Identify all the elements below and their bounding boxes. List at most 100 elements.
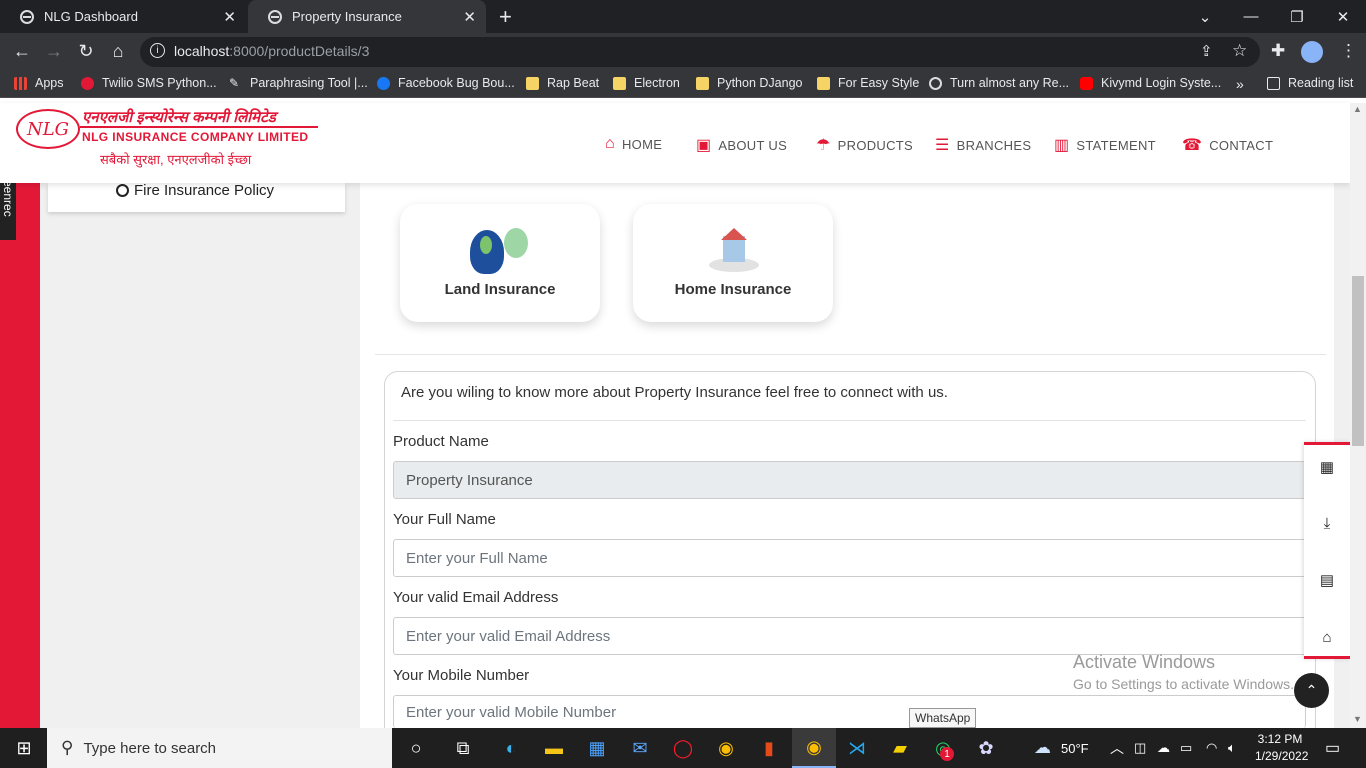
reading-list-label: Reading list <box>1288 76 1354 90</box>
taskbar-search[interactable]: ⚲ Type here to search <box>47 728 392 768</box>
notifications-icon[interactable]: ▭ <box>1325 728 1340 768</box>
home-insurance-card[interactable]: Home Insurance <box>633 204 833 322</box>
full-name-input[interactable]: Enter your Full Name <box>393 539 1306 577</box>
edge-icon[interactable]: ◐ <box>489 728 533 768</box>
wifi-icon[interactable]: ◠ <box>1206 728 1217 768</box>
bookmark-electron[interactable]: Electron <box>613 76 680 90</box>
scrollbar-thumb[interactable] <box>1352 276 1364 446</box>
bookmark-turn-almost[interactable]: Turn almost any Re... <box>929 76 1069 90</box>
chrome-icon[interactable]: ◉ <box>704 728 748 768</box>
close-tab-icon[interactable]: ✕ <box>463 8 476 26</box>
weather-temp: 50°F <box>1061 740 1089 756</box>
close-tab-icon[interactable]: ✕ <box>223 8 236 26</box>
bookmark-label: Twilio SMS Python... <box>102 76 217 90</box>
bookmark-paraphrasing[interactable]: ✎ Paraphrasing Tool |... <box>229 76 368 90</box>
pen-icon: ✎ <box>229 75 240 90</box>
close-window-button[interactable]: ✕ <box>1320 0 1366 33</box>
office-icon[interactable]: ▮ <box>747 728 791 768</box>
tray-chevron-icon[interactable]: ︿ <box>1110 728 1124 768</box>
scroll-down-icon[interactable]: ▼ <box>1353 714 1362 724</box>
clock-date: 1/29/2022 <box>1255 749 1309 763</box>
bookmark-kivymd[interactable]: Kivymd Login Syste... <box>1080 76 1221 90</box>
home-icon[interactable]: ⌂ <box>102 35 134 67</box>
section-divider <box>375 354 1326 355</box>
tab-nlg-dashboard[interactable]: NLG Dashboard ✕ <box>0 0 246 33</box>
download-icon[interactable]: ⤓ <box>1304 495 1350 551</box>
nav-products[interactable]: ☂ PRODUCTS <box>816 135 913 155</box>
reload-icon[interactable]: ↻ <box>70 35 102 67</box>
windows-start-icon[interactable]: ⊞ <box>2 728 46 768</box>
nav-contact[interactable]: ☎ CONTACT <box>1182 135 1273 155</box>
info-icon[interactable]: i <box>150 43 165 58</box>
network-drive-icon[interactable]: ☁ <box>1157 728 1170 768</box>
company-name-nepali: एनएलजी इन्स्योरेन्स कम्पनी लिमिटेड <box>82 109 276 126</box>
globe-icon <box>929 76 942 90</box>
nav-statement[interactable]: ▥ STATEMENT <box>1054 135 1156 155</box>
email-input[interactable]: Enter your valid Email Address <box>393 617 1306 655</box>
bookmark-label: Python DJango <box>717 76 803 90</box>
nav-label: STATEMENT <box>1076 137 1156 153</box>
app-icon[interactable]: ✿ <box>964 728 1008 768</box>
tab-search-icon[interactable]: ⌄ <box>1182 0 1228 33</box>
globe-icon <box>20 9 34 24</box>
scroll-up-icon[interactable]: ▲ <box>1353 104 1362 114</box>
bookmark-twilio[interactable]: Twilio SMS Python... <box>81 76 217 90</box>
forward-icon[interactable]: → <box>38 35 70 67</box>
chrome-active-icon[interactable]: ◉ <box>792 728 836 768</box>
new-tab-button[interactable]: + <box>499 4 512 30</box>
tab-title: Property Insurance <box>292 9 402 24</box>
weather-widget[interactable]: ☁ 50°F <box>1034 728 1089 768</box>
clock[interactable]: 3:12 PM 1/29/2022 <box>1255 732 1309 763</box>
umbrella-icon: ☂ <box>816 137 831 154</box>
company-logo[interactable]: NLG <box>16 109 80 149</box>
calculator-icon[interactable]: ▦ <box>1304 439 1350 495</box>
nav-branches[interactable]: ☰ BRANCHES <box>935 135 1031 155</box>
mobile-input[interactable]: Enter your valid Mobile Number <box>393 695 1306 728</box>
menu-icon[interactable]: ⋮ <box>1340 41 1357 61</box>
nav-about[interactable]: ▣ ABOUT US <box>696 135 787 155</box>
mail-icon[interactable]: ✉ <box>618 728 662 768</box>
reading-list-button[interactable]: Reading list <box>1267 76 1353 90</box>
sticky-notes-icon[interactable]: ▰ <box>878 728 922 768</box>
bookmark-label: Turn almost any Re... <box>950 76 1070 90</box>
share-icon[interactable]: ⇪ <box>1200 42 1213 60</box>
battery-icon[interactable]: ▭ <box>1180 728 1192 768</box>
product-name-field[interactable]: Property Insurance <box>393 461 1306 499</box>
tab-title: NLG Dashboard <box>44 9 138 24</box>
back-icon[interactable]: ← <box>6 35 38 67</box>
reading-list-icon <box>1267 76 1280 90</box>
bookmark-star-icon[interactable]: ☆ <box>1232 41 1247 61</box>
scroll-to-top-button[interactable]: ⌃ <box>1294 673 1329 708</box>
meet-icon[interactable]: ◫ <box>1134 728 1146 768</box>
more-bookmarks-button[interactable]: » <box>1236 76 1244 92</box>
restore-button[interactable]: ❐ <box>1274 0 1320 33</box>
bookmark-apps[interactable]: Apps <box>14 76 64 90</box>
email-label: Your valid Email Address <box>393 589 559 606</box>
sidebar-item-fire-policy[interactable]: Fire Insurance Policy <box>116 182 274 199</box>
folder-icon <box>696 76 709 90</box>
bookmark-facebook[interactable]: Facebook Bug Bou... <box>377 76 515 90</box>
opera-icon[interactable]: ◯ <box>661 728 705 768</box>
minimize-button[interactable]: — <box>1228 0 1274 33</box>
document-icon[interactable]: ▤ <box>1304 552 1350 608</box>
youtube-icon <box>1080 76 1093 90</box>
nav-home[interactable]: ⌂ HOME <box>605 135 662 153</box>
cloud-icon: ☁ <box>1034 738 1051 757</box>
task-view-icon[interactable]: ⧉ <box>441 728 485 768</box>
cortana-icon[interactable]: ○ <box>394 728 438 768</box>
vscode-icon[interactable]: ⋊ <box>835 728 879 768</box>
profile-avatar[interactable] <box>1301 41 1323 63</box>
tab-property-insurance[interactable]: Property Insurance ✕ <box>248 0 486 33</box>
bookmark-python-django[interactable]: Python DJango <box>696 76 802 90</box>
bookmark-rap-beat[interactable]: Rap Beat <box>526 76 599 90</box>
phone-icon: ☎ <box>1182 137 1203 154</box>
bookmark-label: Rap Beat <box>547 76 600 90</box>
home-icon[interactable]: ⌂ <box>1304 609 1350 665</box>
file-explorer-icon[interactable]: ▬ <box>532 728 576 768</box>
bookmark-label: Facebook Bug Bou... <box>398 76 515 90</box>
store-icon[interactable]: ▦ <box>575 728 619 768</box>
volume-icon[interactable]: 🔈︎ <box>1228 728 1236 768</box>
bookmark-easy-style[interactable]: For Easy Style <box>817 76 919 90</box>
extensions-icon[interactable]: ✚ <box>1271 41 1285 61</box>
land-insurance-card[interactable]: Land Insurance <box>400 204 600 322</box>
